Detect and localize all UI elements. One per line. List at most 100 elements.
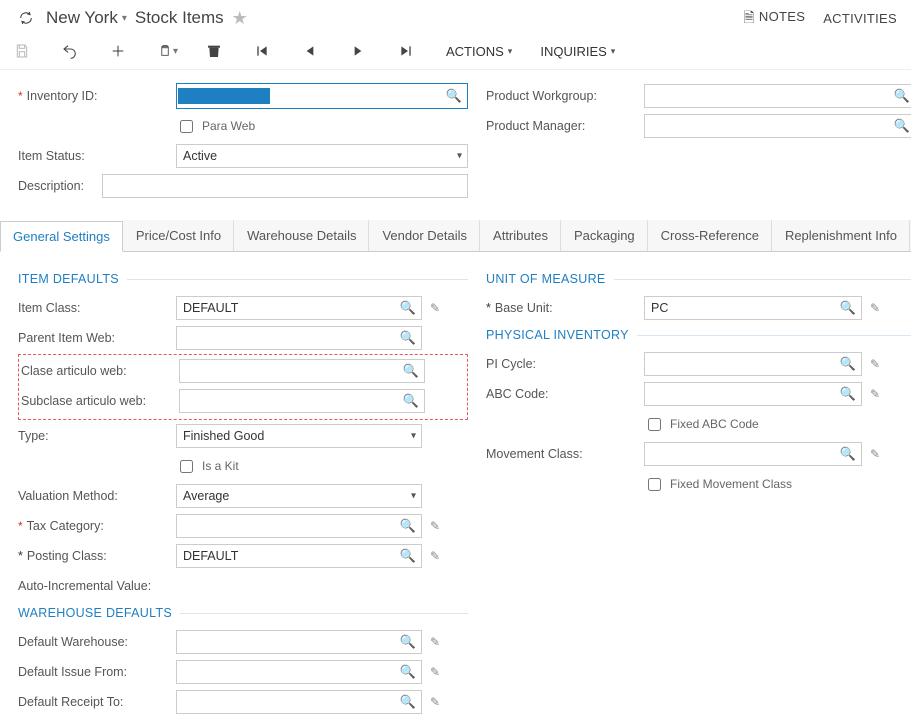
default-issue-from-label: Default Issue From: xyxy=(18,665,176,679)
refresh-icon[interactable] xyxy=(14,6,38,30)
inquiries-label: INQUIRIES xyxy=(540,44,606,59)
auto-incremental-label: Auto-Incremental Value: xyxy=(18,579,176,593)
breadcrumb-company-label: New York xyxy=(46,8,118,28)
actions-label: ACTIONS xyxy=(446,44,504,59)
tab-price-cost-info[interactable]: Price/Cost Info xyxy=(123,220,234,251)
abc-code-label: ABC Code: xyxy=(486,387,644,401)
fixed-movement-class-label: Fixed Movement Class xyxy=(670,477,792,491)
type-select[interactable] xyxy=(176,424,422,448)
pencil-icon[interactable]: ✎ xyxy=(866,387,884,401)
parent-item-web-input[interactable] xyxy=(176,326,422,350)
tab-packaging[interactable]: Packaging xyxy=(561,220,648,251)
breadcrumb-screen[interactable]: Stock Items xyxy=(135,8,224,28)
item-status-select[interactable] xyxy=(176,144,468,168)
product-workgroup-input[interactable] xyxy=(644,84,911,108)
pencil-icon[interactable]: ✎ xyxy=(866,357,884,371)
chevron-down-icon: ▾ xyxy=(122,13,127,24)
item-class-input[interactable] xyxy=(176,296,422,320)
delete-icon[interactable] xyxy=(206,43,226,59)
default-warehouse-label: Default Warehouse: xyxy=(18,635,176,649)
next-record-icon[interactable] xyxy=(350,43,370,59)
pencil-icon[interactable]: ✎ xyxy=(426,695,444,709)
description-label: Description: xyxy=(18,179,102,193)
last-record-icon[interactable] xyxy=(398,43,418,59)
actions-menu[interactable]: ACTIONS ▾ xyxy=(446,44,512,59)
valuation-method-select[interactable] xyxy=(176,484,422,508)
tab-warehouse-details[interactable]: Warehouse Details xyxy=(234,220,369,251)
clase-articulo-web-input[interactable] xyxy=(179,359,425,383)
undo-icon[interactable] xyxy=(62,43,82,59)
product-manager-label: Product Manager: xyxy=(486,119,644,133)
pencil-icon[interactable]: ✎ xyxy=(866,447,884,461)
item-defaults-section-title: ITEM DEFAULTS xyxy=(18,272,468,286)
pencil-icon[interactable]: ✎ xyxy=(866,301,884,315)
physical-inventory-section-title: PHYSICAL INVENTORY xyxy=(486,328,911,342)
product-workgroup-label: Product Workgroup: xyxy=(486,89,644,103)
para-web-checkbox[interactable]: Para Web xyxy=(176,117,255,136)
product-manager-input[interactable] xyxy=(644,114,911,138)
pencil-icon[interactable]: ✎ xyxy=(426,301,444,315)
favorite-star-icon[interactable]: ★ xyxy=(232,8,248,29)
tab-replenishment-info[interactable]: Replenishment Info xyxy=(772,220,910,251)
posting-class-input[interactable] xyxy=(176,544,422,568)
default-issue-from-input[interactable] xyxy=(176,660,422,684)
pencil-icon[interactable]: ✎ xyxy=(426,635,444,649)
highlighted-custom-fields: Clase articulo web: 🔍 Subclase articulo … xyxy=(18,354,468,420)
warehouse-defaults-section-title: WAREHOUSE DEFAULTS xyxy=(18,606,468,620)
breadcrumb-company[interactable]: New York ▾ xyxy=(46,8,127,28)
tax-category-label: *Tax Category: xyxy=(18,519,176,533)
unit-of-measure-section-title: UNIT OF MEASURE xyxy=(486,272,911,286)
pi-cycle-input[interactable] xyxy=(644,352,862,376)
chevron-down-icon: ▾ xyxy=(508,46,513,57)
tab-cross-reference[interactable]: Cross-Reference xyxy=(648,220,772,251)
chevron-down-icon: ▾ xyxy=(173,46,178,57)
fixed-movement-class-checkbox[interactable]: Fixed Movement Class xyxy=(644,475,792,494)
valuation-method-label: Valuation Method: xyxy=(18,489,176,503)
add-icon[interactable] xyxy=(110,43,130,59)
fixed-abc-code-checkbox[interactable]: Fixed ABC Code xyxy=(644,415,759,434)
tax-category-input[interactable] xyxy=(176,514,422,538)
description-input[interactable] xyxy=(102,174,468,198)
tab-vendor-details[interactable]: Vendor Details xyxy=(369,220,480,251)
subclase-articulo-web-label: Subclase articulo web: xyxy=(21,394,179,408)
pencil-icon[interactable]: ✎ xyxy=(426,549,444,563)
activities-link[interactable]: ACTIVITIES xyxy=(823,11,897,26)
pi-cycle-label: PI Cycle: xyxy=(486,357,644,371)
notes-link[interactable]: 🗎 NOTES xyxy=(743,6,805,30)
inventory-id-input[interactable]: 🔍 xyxy=(176,83,468,109)
tab-general-settings[interactable]: General Settings xyxy=(0,221,123,252)
inventory-id-label: *Inventory ID: xyxy=(18,89,176,103)
base-unit-input[interactable] xyxy=(644,296,862,320)
tab-attributes[interactable]: Attributes xyxy=(480,220,561,251)
item-class-label: Item Class: xyxy=(18,301,176,315)
chevron-down-icon: ▾ xyxy=(611,46,616,57)
default-receipt-to-input[interactable] xyxy=(176,690,422,714)
default-warehouse-input[interactable] xyxy=(176,630,422,654)
search-icon: 🔍 xyxy=(446,88,462,104)
movement-class-input[interactable] xyxy=(644,442,862,466)
clipboard-icon[interactable]: ▾ xyxy=(158,43,178,59)
is-a-kit-label: Is a Kit xyxy=(202,459,239,473)
notes-icon: 🗎 xyxy=(743,9,755,25)
first-record-icon[interactable] xyxy=(254,43,274,59)
breadcrumb-screen-label: Stock Items xyxy=(135,8,224,28)
default-receipt-to-label: Default Receipt To: xyxy=(18,695,176,709)
para-web-label: Para Web xyxy=(202,119,255,133)
subclase-articulo-web-input[interactable] xyxy=(179,389,425,413)
pencil-icon[interactable]: ✎ xyxy=(426,519,444,533)
parent-item-web-label: Parent Item Web: xyxy=(18,331,176,345)
inventory-id-selection xyxy=(178,88,270,104)
pencil-icon[interactable]: ✎ xyxy=(426,665,444,679)
title-bar: New York ▾ Stock Items ★ 🗎 NOTES ACTIVITI… xyxy=(0,0,911,35)
movement-class-label: Movement Class: xyxy=(486,447,644,461)
fixed-abc-code-label: Fixed ABC Code xyxy=(670,417,759,431)
is-a-kit-checkbox[interactable]: Is a Kit xyxy=(176,457,239,476)
toolbar: ▾ ACTIONS ▾ INQUIRIES ▾ xyxy=(0,35,911,70)
base-unit-label: *Base Unit: xyxy=(486,301,644,315)
prev-record-icon[interactable] xyxy=(302,43,322,59)
inquiries-menu[interactable]: INQUIRIES ▾ xyxy=(540,44,615,59)
save-icon xyxy=(14,43,34,59)
notes-label: NOTES xyxy=(759,9,805,24)
activities-label: ACTIVITIES xyxy=(823,11,897,26)
abc-code-input[interactable] xyxy=(644,382,862,406)
